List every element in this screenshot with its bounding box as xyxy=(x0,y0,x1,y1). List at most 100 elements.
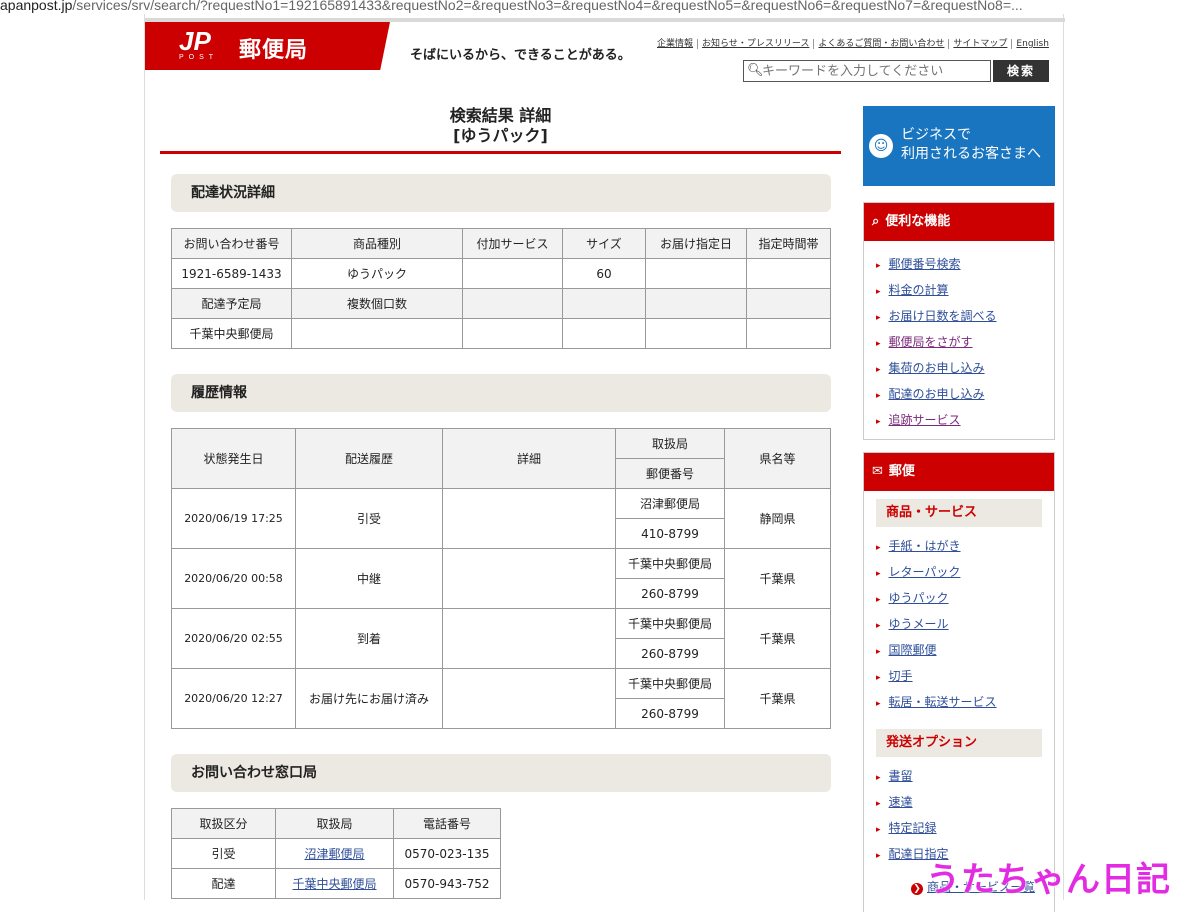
list-item: 切手 xyxy=(876,663,1054,689)
tool-link[interactable]: 郵便番号検索 xyxy=(889,257,961,271)
table-header: 指定時間帯 xyxy=(746,228,831,259)
contact-phone: 0570-943-752 xyxy=(393,868,501,899)
contact-table: 取扱区分 取扱局 電話番号 引受 沼津郵便局 0570-023-135 配達 千… xyxy=(171,808,501,899)
mail-box: ✉ 郵便 商品・サービス 手紙・はがき レターパック ゆうパック ゆうメール 国際… xyxy=(863,452,1055,912)
product-link[interactable]: 転居・転送サービス xyxy=(889,695,997,709)
tool-link[interactable]: 郵便局をさがす xyxy=(889,335,973,349)
product-link[interactable]: ゆうメール xyxy=(889,617,949,631)
envelope-icon: ✉ xyxy=(872,464,883,479)
product-link[interactable]: 切手 xyxy=(889,669,913,683)
product-link[interactable]: 手紙・はがき xyxy=(889,539,961,553)
section-history: 履歴情報 xyxy=(171,374,831,412)
table-row: 引受 沼津郵便局 0570-023-135 xyxy=(171,838,501,869)
product-link[interactable]: レターパック xyxy=(889,565,961,579)
table-cell xyxy=(746,258,831,289)
history-office: 沼津郵便局 xyxy=(615,488,725,519)
tools-heading-label: 便利な機能 xyxy=(885,214,951,229)
list-item: 書留 xyxy=(876,763,1054,789)
table-header: お問い合わせ番号 xyxy=(171,228,292,259)
contact-office-link[interactable]: 沼津郵便局 xyxy=(304,847,364,861)
list-item: 配達のお申し込み xyxy=(876,381,1054,407)
site-header: JP POST 郵便局 そばにいるから、できることがある。 企業情報 お知らせ・プ… xyxy=(145,22,1065,82)
table-cell xyxy=(462,318,563,349)
history-postal: 260-8799 xyxy=(615,638,725,669)
list-item: 転居・転送サービス xyxy=(876,689,1054,715)
search-button[interactable]: 検索 xyxy=(993,60,1049,82)
option-link[interactable]: 特定記録 xyxy=(889,821,937,835)
option-link[interactable]: 書留 xyxy=(889,769,913,783)
link-english[interactable]: English xyxy=(1012,39,1053,49)
table-header: 県名等 xyxy=(724,428,831,489)
table-header: 付加サービス xyxy=(462,228,563,259)
table-header: 取扱区分 xyxy=(171,808,276,839)
history-postal: 260-8799 xyxy=(615,698,725,729)
history-status: お届け先にお届け済み xyxy=(295,668,443,729)
table-header-row: 取扱区分 取扱局 電話番号 xyxy=(171,808,501,839)
page: JP POST 郵便局 そばにいるから、できることがある。 企業情報 お知らせ・プ… xyxy=(144,14,1065,912)
tool-link[interactable]: お届け日数を調べる xyxy=(889,309,997,323)
tool-link[interactable]: 料金の計算 xyxy=(889,283,949,297)
list-item: レターパック xyxy=(876,559,1054,585)
product-link[interactable]: ゆうパック xyxy=(889,591,949,605)
history-office: 千葉中央郵便局 xyxy=(615,668,725,699)
options-heading: 発送オプション xyxy=(876,729,1042,757)
tools-heading: ⌕ 便利な機能 xyxy=(864,203,1054,241)
search-icon: ⌕ xyxy=(872,214,880,229)
history-pref: 静岡県 xyxy=(724,488,831,549)
address-bar[interactable]: apanpost.jp/services/srv/search/?request… xyxy=(0,0,1200,14)
history-pref: 千葉県 xyxy=(724,548,831,609)
tools-list: 郵便番号検索 料金の計算 お届け日数を調べる 郵便局をさがす 集荷のお申し込み … xyxy=(864,241,1054,439)
delivery-status-table: お問い合わせ番号 商品種別 付加サービス サイズ お届け指定日 指定時間帯 19… xyxy=(171,228,831,349)
products-list: 手紙・はがき レターパック ゆうパック ゆうメール 国際郵便 切手 転居・転送サ… xyxy=(864,531,1054,721)
product-link[interactable]: 国際郵便 xyxy=(889,643,937,657)
mail-heading-label: 郵便 xyxy=(888,464,915,479)
table-row: 2020/06/20 00:58 中継 千葉中央郵便局 千葉県 xyxy=(171,548,831,609)
tool-link[interactable]: 集荷のお申し込み xyxy=(889,361,985,375)
table-cell xyxy=(462,258,563,289)
section-contact: お問い合わせ窓口局 xyxy=(171,754,831,792)
table-row: 1921-6589-1433 ゆうパック 60 xyxy=(171,258,831,289)
history-status: 到着 xyxy=(295,608,443,669)
list-item: 郵便局をさがす xyxy=(876,329,1054,355)
arrow-circle-icon: ❯ xyxy=(911,883,923,895)
contact-kind: 配達 xyxy=(171,868,276,899)
table-header: お届け指定日 xyxy=(645,228,747,259)
table-header: 複数個口数 xyxy=(291,288,463,319)
page-title-line1: 検索結果 詳細 xyxy=(449,106,552,125)
link-faq[interactable]: よくあるご質問・お問い合わせ xyxy=(814,39,950,49)
table-cell: 60 xyxy=(562,258,646,289)
table-header: 郵便番号 xyxy=(615,458,725,489)
history-office: 千葉中央郵便局 xyxy=(615,608,725,639)
table-cell xyxy=(562,318,646,349)
history-date: 2020/06/19 17:25 xyxy=(171,488,296,549)
link-sitemap[interactable]: サイトマップ xyxy=(949,39,1013,49)
tool-link[interactable]: 配達のお申し込み xyxy=(889,387,985,401)
page-title: 検索結果 詳細 [ゆうパック] xyxy=(160,106,841,146)
table-cell xyxy=(746,318,831,349)
tools-box: ⌕ 便利な機能 郵便番号検索 料金の計算 お届け日数を調べる 郵便局をさがす 集荷… xyxy=(863,202,1055,440)
table-header: 電話番号 xyxy=(393,808,501,839)
business-banner[interactable]: ☺︎ ビジネスで 利用されるお客さまへ xyxy=(863,106,1055,186)
table-header: サイズ xyxy=(562,228,646,259)
contact-office-link[interactable]: 千葉中央郵便局 xyxy=(292,877,376,891)
table-row: 2020/06/20 02:55 到着 千葉中央郵便局 千葉県 xyxy=(171,608,831,669)
utility-links: 企業情報 お知らせ・プレスリリース よくあるご質問・お問い合わせ サイトマップ Engl… xyxy=(653,36,1053,49)
business-user-icon: ☺︎ xyxy=(869,134,893,158)
history-date: 2020/06/20 12:27 xyxy=(171,668,296,729)
history-date: 2020/06/20 00:58 xyxy=(171,548,296,609)
table-header: 詳細 xyxy=(442,428,616,489)
table-row: 2020/06/19 17:25 引受 沼津郵便局 静岡県 xyxy=(171,488,831,549)
list-item: 料金の計算 xyxy=(876,277,1054,303)
history-postal: 260-8799 xyxy=(615,578,725,609)
link-news[interactable]: お知らせ・プレスリリース xyxy=(698,39,815,49)
table-header-row: 状態発生日 配送履歴 詳細 取扱局 県名等 xyxy=(171,428,831,489)
tool-link[interactable]: 追跡サービス xyxy=(889,413,961,427)
logo[interactable]: JP POST 郵便局 xyxy=(145,22,390,70)
search-box: 🔍︎ xyxy=(743,60,991,82)
tagline: そばにいるから、できることがある。 xyxy=(410,48,631,63)
link-corporate[interactable]: 企業情報 xyxy=(653,39,699,49)
title-divider xyxy=(160,151,841,154)
option-link[interactable]: 速達 xyxy=(889,795,913,809)
search-input[interactable] xyxy=(762,62,986,80)
business-line2: 利用されるお客さまへ xyxy=(901,146,1041,162)
